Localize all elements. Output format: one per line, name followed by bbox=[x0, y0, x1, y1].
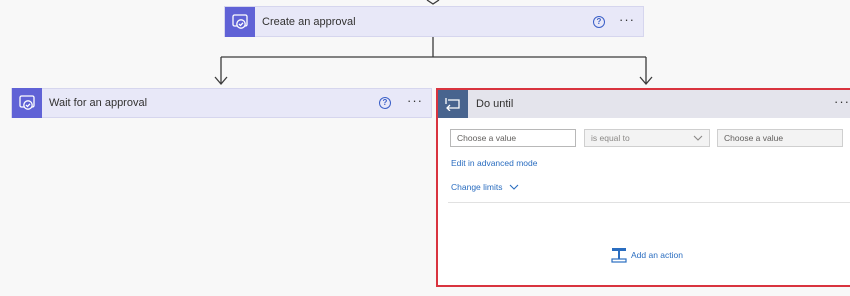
approval-icon bbox=[12, 88, 42, 118]
loop-icon bbox=[438, 90, 468, 118]
more-options-icon[interactable]: ··· bbox=[834, 95, 850, 111]
condition-left-value-input[interactable]: Choose a value bbox=[450, 129, 576, 147]
do-until-card[interactable]: Do until ··· Choose a value is equal to … bbox=[436, 88, 850, 287]
help-icon[interactable]: ? bbox=[593, 15, 605, 28]
condition-right-value-input[interactable]: Choose a value bbox=[717, 129, 843, 147]
change-limits-link: Change limits bbox=[451, 182, 503, 192]
edit-advanced-mode-link[interactable]: Edit in advanced mode bbox=[451, 158, 537, 168]
more-options-icon[interactable]: ··· bbox=[619, 13, 635, 29]
approval-icon bbox=[225, 6, 255, 37]
add-action-button[interactable]: Add an action bbox=[611, 247, 683, 263]
more-options-icon[interactable]: ··· bbox=[407, 94, 423, 110]
condition-operator-dropdown[interactable]: is equal to bbox=[584, 129, 710, 147]
chevron-down-icon bbox=[509, 184, 518, 190]
create-approval-card[interactable]: Create an approval ? ··· bbox=[224, 6, 644, 37]
section-divider bbox=[448, 202, 850, 203]
help-icon[interactable]: ? bbox=[379, 97, 391, 109]
do-until-header[interactable]: Do until ··· bbox=[438, 90, 850, 118]
operator-label: is equal to bbox=[591, 133, 630, 143]
chevron-down-icon bbox=[693, 135, 703, 141]
do-until-title: Do until bbox=[476, 98, 514, 110]
add-action-label: Add an action bbox=[631, 250, 683, 260]
create-approval-title: Create an approval bbox=[262, 15, 356, 28]
add-action-icon bbox=[611, 248, 627, 263]
wait-approval-title: Wait for an approval bbox=[49, 97, 148, 109]
change-limits-toggle[interactable]: Change limits bbox=[451, 182, 519, 192]
top-connector-arrow bbox=[426, 0, 440, 5]
wait-approval-card[interactable]: Wait for an approval ? ··· bbox=[11, 88, 432, 118]
